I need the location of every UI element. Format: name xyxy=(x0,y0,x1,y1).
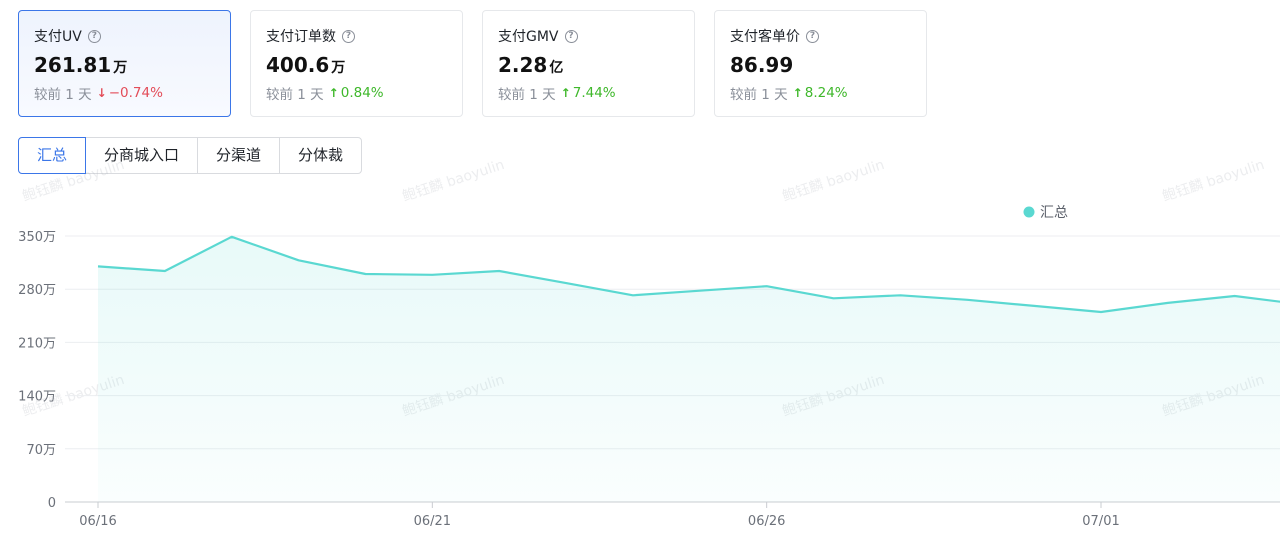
trend-chart-svg: 0 70万 140万 210万 280万 350万 06/16 06/21 06/26 07/01… xyxy=(18,205,1280,529)
legend-marker xyxy=(1023,206,1035,218)
change-value: 7.44% xyxy=(572,85,616,101)
card-unit: 万 xyxy=(331,60,346,76)
change-indicator: ↑ 7.44% xyxy=(561,85,616,101)
question-icon[interactable]: ? xyxy=(806,29,819,43)
arrow-icon: ↑ xyxy=(792,86,803,100)
card-value: 2.28 xyxy=(498,53,548,77)
compare-label: 较前 1 天 xyxy=(34,87,92,103)
card-title: 支付GMV xyxy=(498,29,559,45)
arrow-icon: ↑ xyxy=(560,86,571,100)
tab-by-mall-entry[interactable]: 分商城入口 xyxy=(85,137,199,174)
change-indicator: ↑ 0.84% xyxy=(329,85,384,101)
arrow-icon: ↓ xyxy=(96,86,107,100)
dimension-tabs: 汇总 分商城入口 分渠道 分体裁 xyxy=(18,137,363,174)
card-value: 261.81 xyxy=(34,53,112,77)
tab-by-genre[interactable]: 分体裁 xyxy=(279,137,363,174)
legend-label: 汇总 xyxy=(1040,205,1068,221)
change-value: 0.84% xyxy=(340,85,384,101)
card-unit: 万 xyxy=(113,60,128,76)
tab-summary[interactable]: 汇总 xyxy=(18,137,87,174)
card-title: 支付客单价 xyxy=(730,29,800,45)
change-indicator: ↑ 8.24% xyxy=(793,85,848,101)
card-title: 支付UV xyxy=(34,29,82,45)
y-tick-label: 350万 xyxy=(18,230,56,245)
arrow-icon: ↑ xyxy=(328,86,339,100)
change-value: −0.74% xyxy=(108,85,163,101)
card-value: 86.99 xyxy=(730,53,794,77)
compare-label: 较前 1 天 xyxy=(266,87,324,103)
x-tick-label: 07/01 xyxy=(1082,514,1119,529)
y-tick-label: 70万 xyxy=(26,443,56,458)
change-indicator: ↓ −0.74% xyxy=(97,85,163,101)
metric-card-avg-price[interactable]: 支付客单价 ? 86.99 较前 1 天 ↑ 8.24% xyxy=(714,10,927,117)
trend-chart: 0 70万 140万 210万 280万 350万 06/16 06/21 06/26 07/01… xyxy=(0,190,1280,545)
metric-card-order-count[interactable]: 支付订单数 ? 400.6 万 较前 1 天 ↑ 0.84% xyxy=(250,10,463,117)
metric-cards: 支付UV ? 261.81 万 较前 1 天 ↓ −0.74% 支付订单数 ? … xyxy=(18,10,927,117)
compare-label: 较前 1 天 xyxy=(730,87,788,103)
tab-by-channel[interactable]: 分渠道 xyxy=(197,137,281,174)
x-tick-label: 06/16 xyxy=(79,514,116,529)
series-area xyxy=(98,236,1280,502)
y-tick-label: 140万 xyxy=(18,390,56,405)
card-title: 支付订单数 xyxy=(266,29,336,45)
metric-card-gmv[interactable]: 支付GMV ? 2.28 亿 较前 1 天 ↑ 7.44% xyxy=(482,10,695,117)
metric-card-pay-uv[interactable]: 支付UV ? 261.81 万 较前 1 天 ↓ −0.74% xyxy=(18,10,231,117)
x-tick-label: 06/26 xyxy=(748,514,785,529)
change-value: 8.24% xyxy=(804,85,848,101)
compare-label: 较前 1 天 xyxy=(498,87,556,103)
y-tick-label: 0 xyxy=(48,496,56,511)
card-value: 400.6 xyxy=(266,53,330,77)
question-icon[interactable]: ? xyxy=(564,29,578,43)
question-icon[interactable]: ? xyxy=(87,29,101,43)
y-tick-label: 280万 xyxy=(18,283,56,298)
card-unit: 亿 xyxy=(549,60,564,76)
x-tick-label: 06/21 xyxy=(414,514,451,529)
y-tick-label: 210万 xyxy=(18,336,56,351)
question-icon[interactable]: ? xyxy=(342,29,355,43)
